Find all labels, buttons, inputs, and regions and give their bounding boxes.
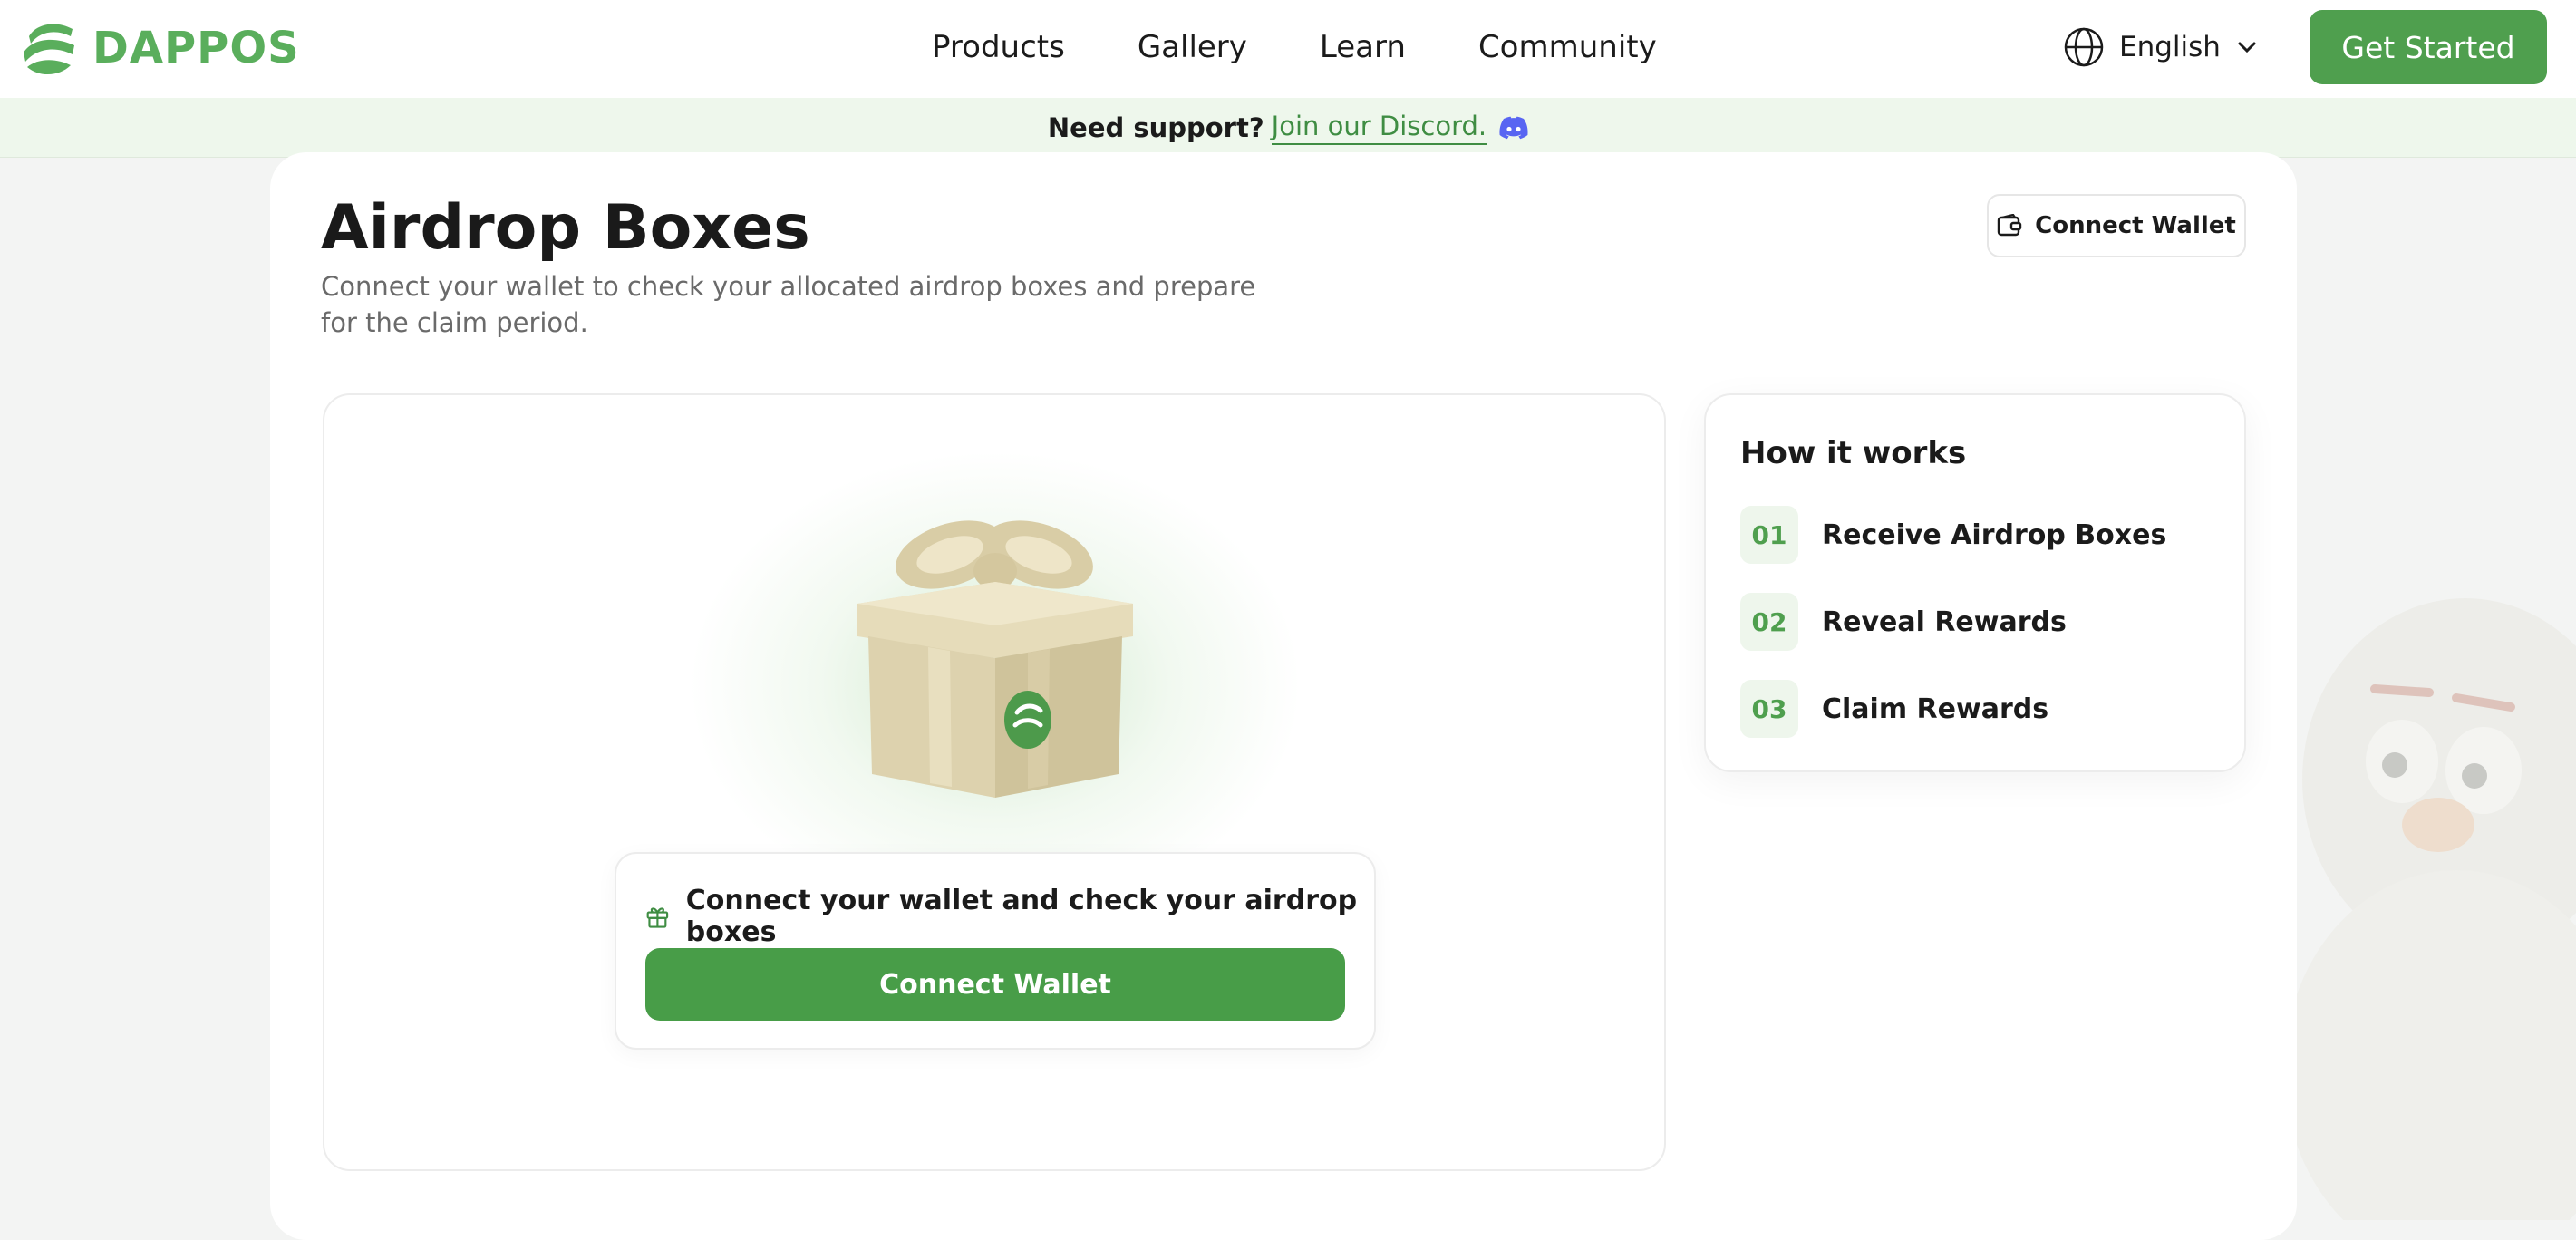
globe-icon: [2064, 27, 2104, 67]
nav-learn[interactable]: Learn: [1320, 29, 1406, 65]
get-started-button[interactable]: Get Started: [2310, 10, 2547, 84]
connect-wallet-header-label: Connect Wallet: [2035, 212, 2236, 239]
how-it-works-title: How it works: [1740, 435, 1967, 471]
airdrop-box-card: Connect your wallet and check your airdr…: [323, 393, 1666, 1171]
step-item: 02 Reveal Rewards: [1740, 593, 2067, 651]
connect-wallet-button[interactable]: Connect Wallet: [645, 948, 1345, 1021]
page-subtitle: Connect your wallet to check your alloca…: [321, 271, 1256, 338]
step-label: Receive Airdrop Boxes: [1822, 518, 2167, 551]
step-number: 03: [1740, 680, 1798, 738]
language-selector[interactable]: English: [2063, 25, 2257, 69]
top-navbar: DAPPOS Products Gallery Learn Community …: [0, 0, 2576, 98]
step-number: 02: [1740, 593, 1798, 651]
logo[interactable]: DAPPOS: [20, 16, 300, 80]
nav-community[interactable]: Community: [1478, 29, 1657, 65]
step-item: 03 Claim Rewards: [1740, 680, 2048, 738]
discord-link[interactable]: Join our Discord.: [1271, 111, 1487, 145]
language-label: English: [2119, 31, 2221, 63]
support-banner: Need support? Join our Discord.: [0, 98, 2576, 158]
connect-prompt: Connect your wallet and check your airdr…: [645, 885, 1374, 948]
support-text: Need support?: [1047, 111, 1264, 143]
page-title: Airdrop Boxes: [321, 192, 810, 264]
connect-prompt-text: Connect your wallet and check your airdr…: [685, 885, 1358, 948]
step-label: Claim Rewards: [1822, 693, 2049, 725]
main-nav: Products Gallery Learn Community: [932, 0, 1729, 94]
gift-box-illustration: [857, 520, 1133, 798]
mascot-illustration: [2284, 598, 2576, 1220]
step-label: Reveal Rewards: [1822, 605, 2067, 638]
airdrop-panel: Airdrop Boxes Connect your wallet to che…: [270, 152, 2297, 1240]
wallet-icon: [1997, 214, 2022, 237]
nav-products[interactable]: Products: [932, 29, 1065, 65]
dappos-logo-icon: [24, 24, 74, 75]
step-number: 01: [1740, 506, 1798, 564]
chevron-down-icon: [2238, 42, 2256, 53]
discord-icon[interactable]: [1499, 116, 1528, 140]
step-item: 01 Receive Airdrop Boxes: [1740, 506, 2166, 564]
connect-prompt-card: Connect your wallet and check your airdr…: [615, 852, 1376, 1050]
nav-gallery[interactable]: Gallery: [1138, 29, 1247, 65]
logo-text: DAPPOS: [92, 23, 300, 73]
connect-wallet-header-button[interactable]: Connect Wallet: [1987, 194, 2246, 257]
how-it-works-card: How it works 01 Receive Airdrop Boxes 02…: [1704, 393, 2246, 772]
gift-icon: [646, 907, 669, 928]
